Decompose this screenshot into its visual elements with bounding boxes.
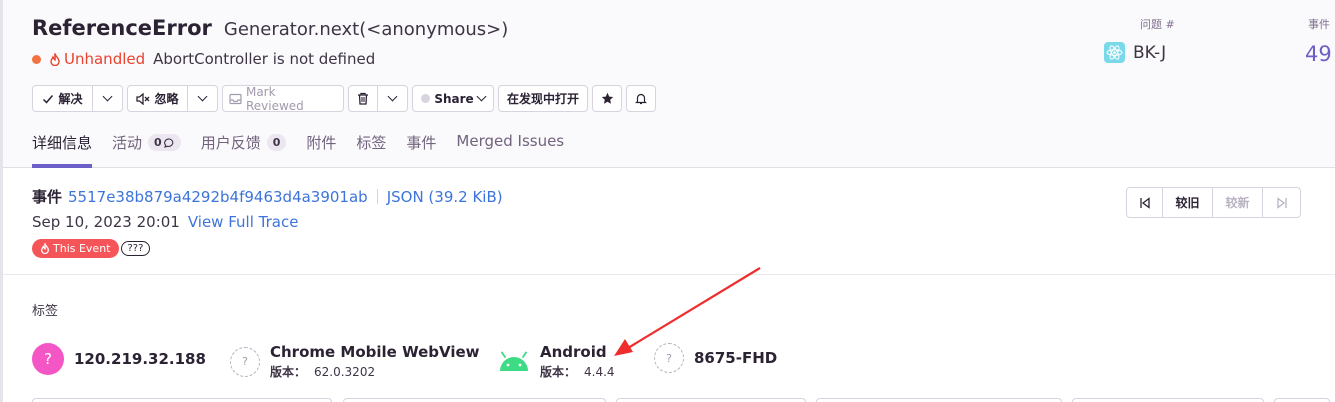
- annotation-arrow: [614, 267, 761, 356]
